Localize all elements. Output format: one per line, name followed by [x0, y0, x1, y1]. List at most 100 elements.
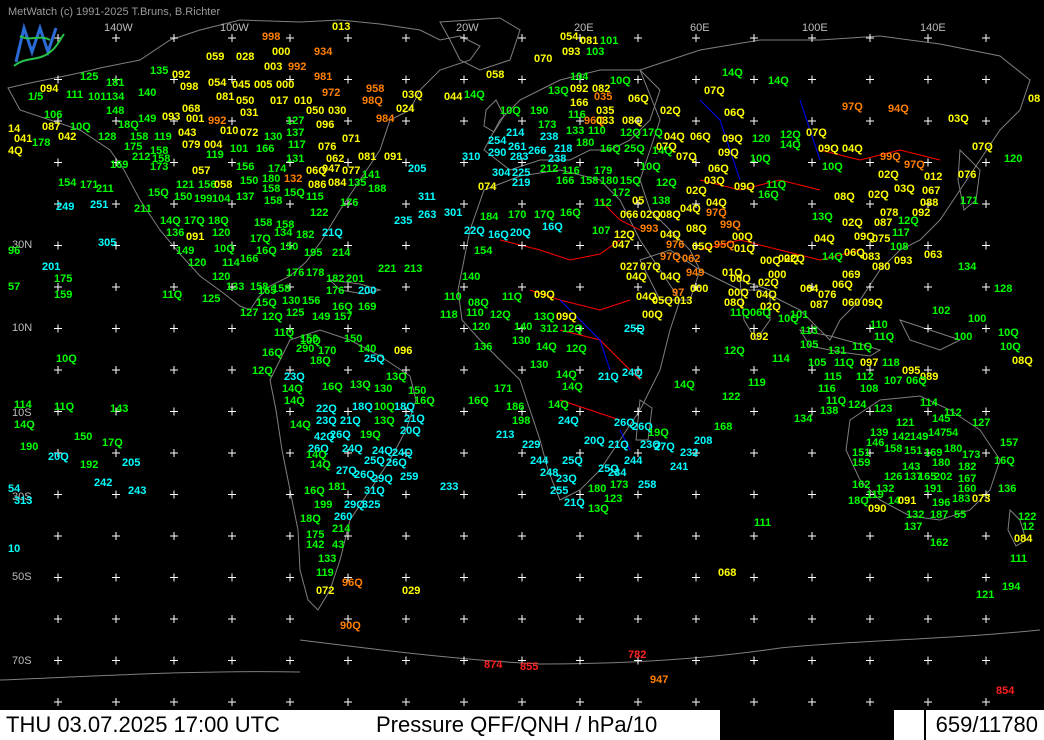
pressure-value: 259: [400, 471, 418, 483]
pressure-value: 14Q: [780, 139, 801, 151]
pressure-value: 12Q: [252, 365, 273, 377]
pressure-value: 16Q: [256, 245, 277, 257]
pressure-value: 312: [540, 323, 558, 335]
pressure-value: 14Q: [674, 379, 695, 391]
pressure-value: 122: [310, 207, 328, 219]
weather-map[interactable]: 140W 100W 20W 20E 60E 100E 140E 10N 30N …: [0, 0, 1044, 708]
pressure-value: 188: [368, 183, 386, 195]
pressure-value: 115: [824, 371, 842, 383]
pressure-value: 12Q: [898, 215, 919, 227]
pressure-value: 310: [462, 151, 480, 163]
pressure-value: 123: [874, 403, 892, 415]
pressure-value: 147: [928, 427, 946, 439]
status-separator: [720, 710, 894, 740]
pressure-value: 149: [910, 431, 928, 443]
pressure-value: 311: [418, 191, 436, 203]
pressure-value: 16Q: [994, 455, 1015, 467]
lat-label: 70S: [12, 655, 32, 667]
pressure-value: 130: [264, 131, 282, 143]
pressure-value: 934: [314, 46, 333, 58]
pressure-value: 131: [828, 345, 846, 357]
pressure-value: 067: [922, 185, 940, 197]
pressure-value: 13Q: [812, 211, 833, 223]
pressure-value: 10Q: [822, 161, 843, 173]
pressure-value: 176: [326, 285, 344, 297]
pressure-value: 194: [1002, 581, 1021, 593]
pressure-value: 166: [556, 175, 574, 187]
pressure-value: 100: [968, 313, 986, 325]
pressure-value: 947: [650, 674, 668, 686]
pressure-value: 159: [852, 457, 870, 469]
pressure-value: 136: [166, 227, 184, 239]
pressure-value: 165: [258, 285, 276, 297]
pressure-value: 122: [722, 391, 740, 403]
pressure-value: 97Q: [842, 101, 863, 113]
pressure-value: 12Q: [490, 309, 511, 321]
pressure-value: 191: [924, 483, 942, 495]
pressure-value: 180: [944, 443, 962, 455]
pressure-value: 212: [132, 151, 150, 163]
pressure-value: 02Q: [640, 209, 661, 221]
pressure-value: 11Q: [54, 401, 75, 413]
lon-label: 100E: [802, 22, 828, 34]
pressure-value: 11Q: [874, 331, 895, 343]
pressure-value: 121: [976, 589, 994, 601]
pressure-value: 07Q: [806, 127, 827, 139]
pressure-value: 084: [1014, 533, 1033, 545]
pressure-value: 060: [842, 297, 860, 309]
pressure-value: 21Q: [404, 413, 425, 425]
pressure-value: 08: [1028, 93, 1040, 105]
pressure-value: 118: [440, 309, 458, 321]
pressure-value: 182: [958, 461, 976, 473]
pressure-value: 093: [562, 46, 580, 58]
pressure-value: 127: [240, 307, 258, 319]
pressure-value: 23Q: [556, 473, 577, 485]
pressure-value: 04Q: [756, 289, 777, 301]
pressure-value: 047: [322, 163, 340, 175]
pressure-value: 263: [418, 209, 436, 221]
pressure-value: 073: [972, 493, 990, 505]
pressure-value: 058: [214, 179, 232, 191]
pressure-value: 16Q: [262, 347, 283, 359]
pressure-value: 001: [186, 113, 204, 125]
pressure-value: 09Q: [734, 181, 755, 193]
pressure-value: 17Q: [102, 437, 123, 449]
pressure-value: 072: [316, 585, 334, 597]
map-canvas: 140W 100W 20W 20E 60E 100E 140E 10N 30N …: [0, 0, 1044, 708]
pressure-value: 012: [924, 171, 942, 183]
pressure-value: 4Q: [8, 145, 23, 157]
pressure-value: 199: [194, 193, 212, 205]
pressure-value: 02Q: [758, 277, 779, 289]
pressure-value: 20Q: [510, 227, 531, 239]
pressure-value: 14Q: [556, 369, 577, 381]
pressure-value: 135: [150, 65, 168, 77]
pressure-value: 176: [340, 197, 358, 209]
pressure-value: 156: [236, 161, 254, 173]
pressure-value: 04Q: [842, 143, 863, 155]
pressure-value: 062: [682, 253, 700, 265]
pressure-value: 10: [8, 543, 20, 555]
pressure-value: 255: [550, 485, 568, 497]
pressure-value: 05Q: [692, 241, 713, 253]
pressure-value: 972: [322, 87, 340, 99]
pressure-value: 113: [800, 325, 818, 337]
pressure-value: 105: [800, 339, 818, 351]
pressure-value: 013: [332, 21, 350, 33]
pressure-value: 133: [226, 281, 244, 293]
pressure-value: 130: [282, 295, 300, 307]
pressure-value: 54: [8, 483, 21, 495]
pressure-value: 125: [202, 293, 220, 305]
pressure-value: 133: [318, 553, 336, 565]
pressure-value: 10Q: [750, 153, 771, 165]
pressure-value: 08Q: [1012, 355, 1033, 367]
pressure-value: 11Q: [834, 357, 855, 369]
pressure-value: 000: [272, 46, 290, 58]
pressure-value: 158: [884, 443, 902, 455]
pressure-value: 181: [328, 481, 346, 493]
pressure-value: 99Q: [720, 219, 741, 231]
pressure-value: 02Q: [660, 105, 681, 117]
pressure-value: 081: [358, 151, 376, 163]
pressure-value: 162: [930, 537, 948, 549]
pressure-value: 22Q: [464, 225, 485, 237]
pressure-value: 258: [638, 479, 656, 491]
